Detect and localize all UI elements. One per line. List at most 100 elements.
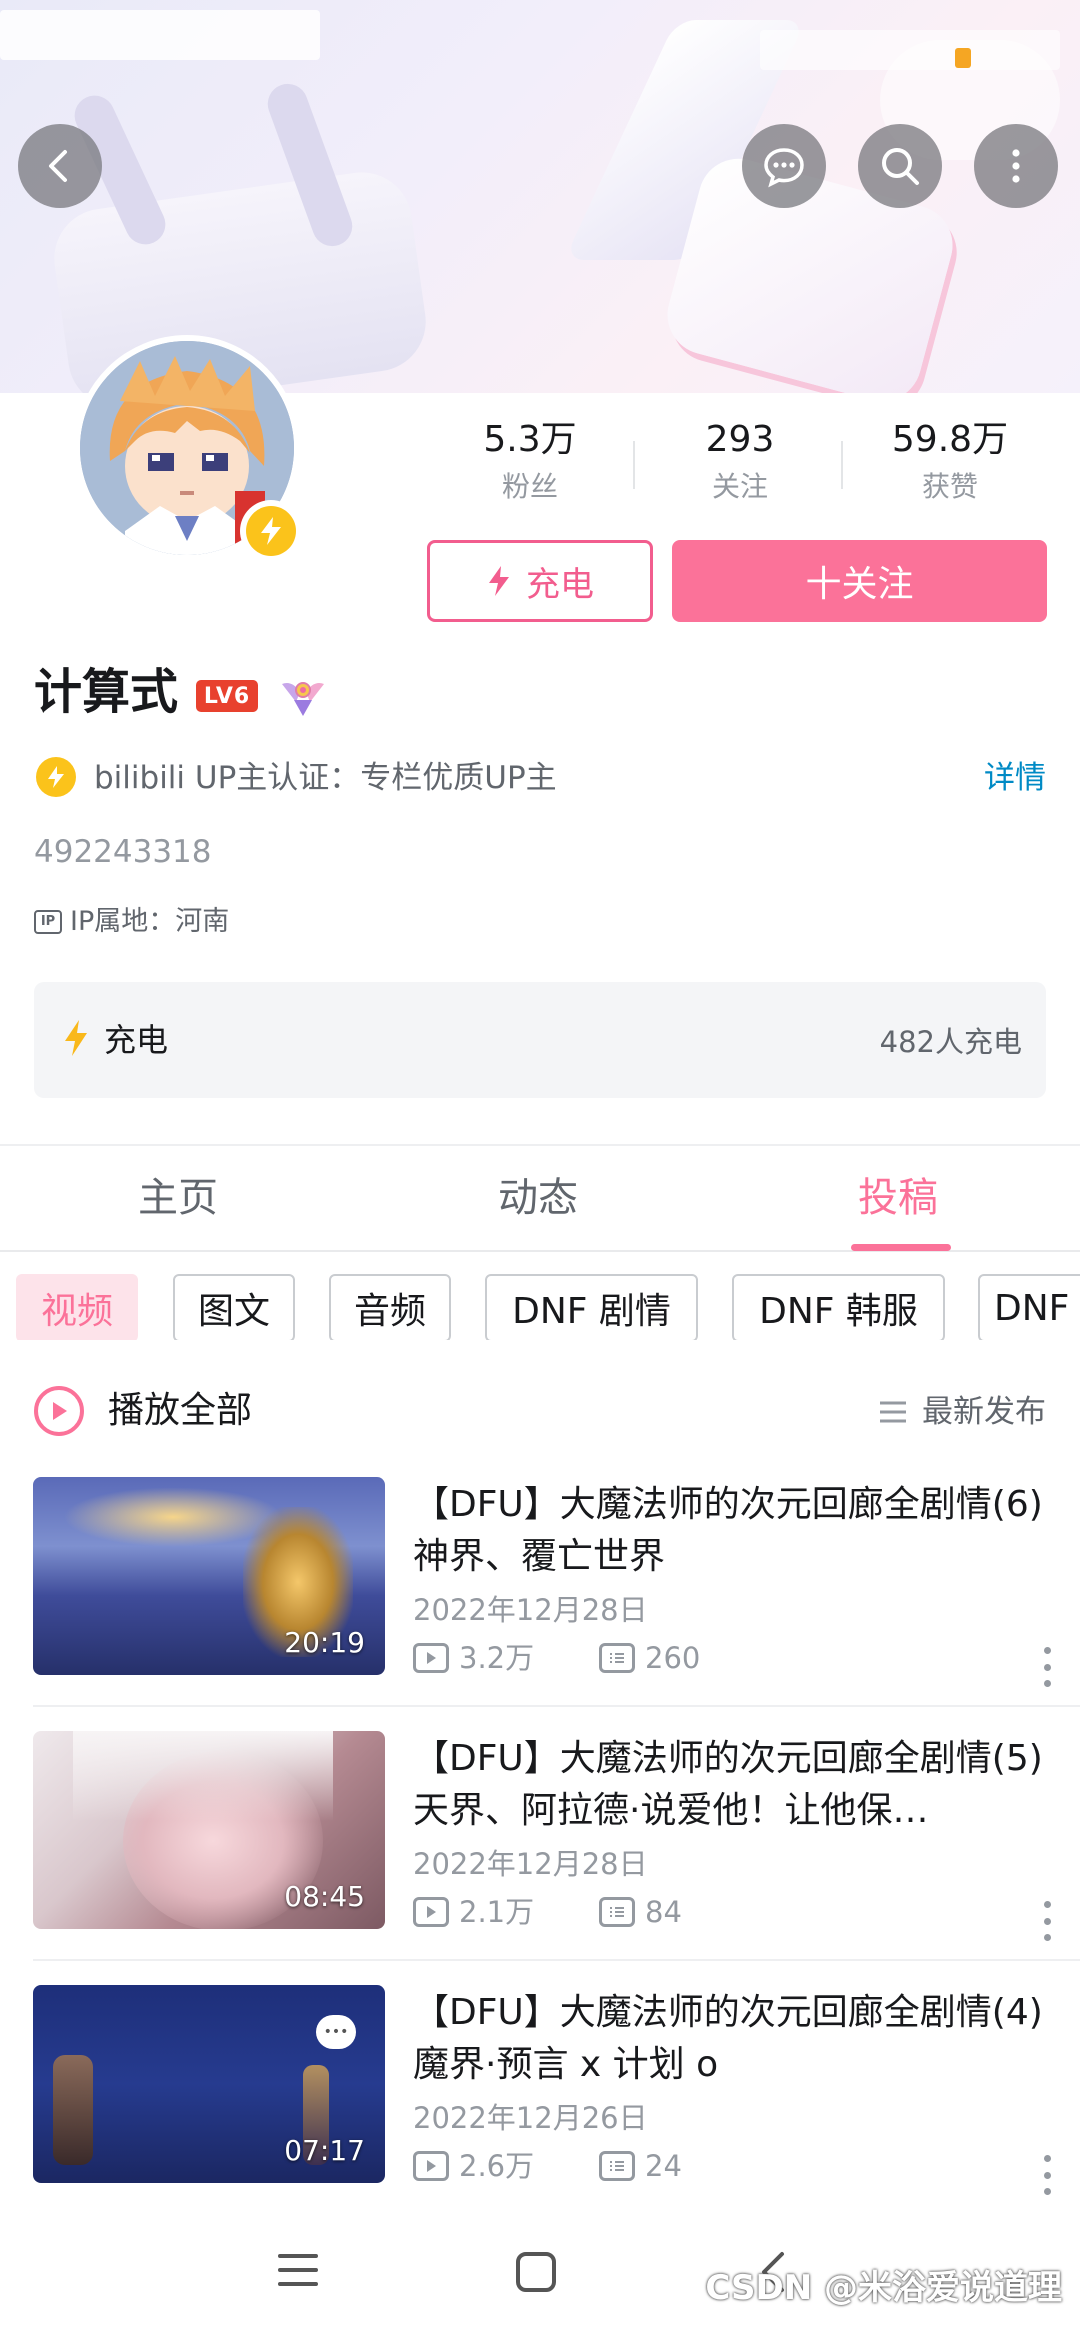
status-bar-left (0, 10, 320, 60)
certification-detail-link[interactable]: 详情 (984, 756, 1046, 800)
home-icon[interactable] (514, 2250, 558, 2294)
video-item[interactable]: ••• 07:17 【DFU】大魔法师的次元回廊全剧情(4)魔界·预言 x 计划… (0, 1985, 1080, 2239)
divider (841, 441, 843, 489)
chip-dnf-story[interactable]: DNF 剧情 (485, 1274, 698, 1340)
tab-dynamics[interactable]: 动态 (498, 1170, 578, 1226)
stat-value: 59.8万 (891, 419, 1009, 460)
follow-button-label: 十关注 (805, 564, 914, 605)
search-button[interactable] (858, 124, 942, 208)
video-stats: 3.2万 260 (413, 1637, 700, 1679)
charge-card[interactable]: 充电 482人充电 (34, 982, 1046, 1098)
charge-badge (240, 500, 302, 562)
stat-value: 5.3万 (483, 419, 577, 460)
charge-card-title: 充电 (104, 1021, 169, 1059)
stat-label: 获赞 (921, 470, 978, 503)
video-duration: 08:45 (284, 1880, 365, 1913)
video-duration: 20:19 (284, 1626, 365, 1659)
video-stats: 2.1万 84 (413, 1891, 682, 1933)
video-thumbnail[interactable]: 08:45 (33, 1731, 385, 1929)
level-badge: LV6 (196, 680, 258, 712)
play-all-label[interactable]: 播放全部 (108, 1386, 252, 1436)
danmaku-icon (599, 1643, 635, 1673)
follow-button[interactable]: 十关注 (672, 540, 1047, 622)
charge-card-count: 482人充电 (879, 1025, 1022, 1059)
video-date: 2022年12月28日 (413, 1593, 648, 1627)
play-count-icon (413, 1643, 449, 1673)
chip-dnf-kr[interactable]: DNF 韩服 (732, 1274, 945, 1340)
danmaku-icon (599, 2151, 635, 2181)
stat-fans[interactable]: 5.3万 粉丝 (425, 415, 635, 520)
divider (633, 441, 635, 489)
back-button[interactable] (18, 124, 102, 208)
chip-audio[interactable]: 音频 (329, 1274, 451, 1340)
chevron-left-icon (49, 150, 67, 182)
more-vertical-icon[interactable] (1042, 2155, 1052, 2195)
profile-page: 5.3万 粉丝 293 关注 59.8万 获赞 充电 十关注 计算式 LV6 b… (0, 0, 1080, 2340)
lightning-icon (65, 1020, 87, 1056)
battery-icon (955, 48, 971, 68)
play-count-icon (413, 1897, 449, 1927)
item-divider (33, 1705, 1080, 1707)
more-vertical-icon[interactable] (1042, 1647, 1052, 1687)
ip-location-text: IP属地：河南 (70, 906, 230, 937)
recent-apps-icon[interactable] (276, 2250, 320, 2290)
tab-home[interactable]: 主页 (138, 1170, 218, 1226)
video-title[interactable]: 【DFU】大魔法师的次元回廊全剧情(5)天界、阿拉德·说爱他！让他保… (413, 1733, 1053, 1837)
more-vertical-icon[interactable] (1042, 1901, 1052, 1941)
chip-article[interactable]: 图文 (173, 1274, 295, 1340)
username: 计算式 (34, 664, 179, 720)
video-views: 3.2万 (459, 1641, 535, 1675)
category-chips: 视频 图文 音频 DNF 剧情 DNF 韩服 DNF (16, 1274, 1080, 1340)
tab-active-indicator (851, 1244, 951, 1251)
video-item[interactable]: 20:19 【DFU】大魔法师的次元回廊全剧情(6)神界、覆亡世界 2022年1… (0, 1477, 1080, 1731)
video-stats: 2.6万 24 (413, 2145, 682, 2187)
status-bar-right (760, 30, 1060, 70)
video-title[interactable]: 【DFU】大魔法师的次元回廊全剧情(6)神界、覆亡世界 (413, 1479, 1053, 1583)
search-icon (882, 148, 919, 185)
play-count-icon (413, 2151, 449, 2181)
video-comments: 260 (645, 1641, 701, 1675)
profile-tabs: 主页 动态 投稿 (0, 1146, 1080, 1252)
video-comments: 84 (645, 1895, 682, 1929)
medal-icon[interactable] (278, 670, 328, 720)
lightning-icon (489, 566, 509, 596)
danmaku-icon (599, 1897, 635, 1927)
item-divider (33, 1959, 1080, 1961)
stat-label: 关注 (711, 470, 768, 503)
chat-bubble-icon (764, 148, 804, 188)
stat-following[interactable]: 293 关注 (635, 415, 845, 520)
sort-button[interactable]: 最新发布 (878, 1390, 1046, 1434)
tab-uploads[interactable]: 投稿 (858, 1170, 938, 1226)
video-date: 2022年12月28日 (413, 1847, 648, 1881)
more-vertical-icon (1012, 149, 1020, 183)
list-icon (880, 1401, 906, 1423)
user-id: 492243318 (34, 834, 212, 870)
ip-icon: IP (34, 910, 62, 934)
lightning-icon (261, 517, 281, 545)
video-date: 2022年12月26日 (413, 2101, 648, 2135)
video-comments: 24 (645, 2149, 682, 2183)
stat-value: 293 (705, 419, 775, 460)
video-views: 2.6万 (459, 2149, 535, 2183)
certification-text: bilibili UP主认证：专栏优质UP主 (94, 760, 557, 796)
ip-location: IP IP属地：河南 (34, 902, 229, 942)
chip-video[interactable]: 视频 (16, 1274, 138, 1340)
chip-dnf[interactable]: DNF (978, 1274, 1080, 1340)
sort-label: 最新发布 (922, 1394, 1046, 1430)
charge-button-label: 充电 (526, 564, 594, 605)
video-duration: 07:17 (284, 2134, 365, 2167)
video-item[interactable]: 08:45 【DFU】大魔法师的次元回廊全剧情(5)天界、阿拉德·说爱他！让他保… (0, 1731, 1080, 1985)
charge-button[interactable]: 充电 (427, 540, 653, 622)
play-all-icon[interactable] (34, 1386, 84, 1436)
video-thumbnail[interactable]: 20:19 (33, 1477, 385, 1675)
stat-label: 粉丝 (501, 470, 558, 503)
stats-row: 5.3万 粉丝 293 关注 59.8万 获赞 (425, 415, 1055, 520)
video-title[interactable]: 【DFU】大魔法师的次元回廊全剧情(4)魔界·预言 x 计划 o (413, 1987, 1053, 2091)
video-views: 2.1万 (459, 1895, 535, 1929)
watermark: CSDN @米浴爱说道理 (705, 2268, 1062, 2308)
certification-icon (36, 757, 76, 797)
stat-likes[interactable]: 59.8万 获赞 (845, 415, 1055, 520)
video-thumbnail[interactable]: ••• 07:17 (33, 1985, 385, 2183)
message-button[interactable] (742, 124, 826, 208)
more-button[interactable] (974, 124, 1058, 208)
